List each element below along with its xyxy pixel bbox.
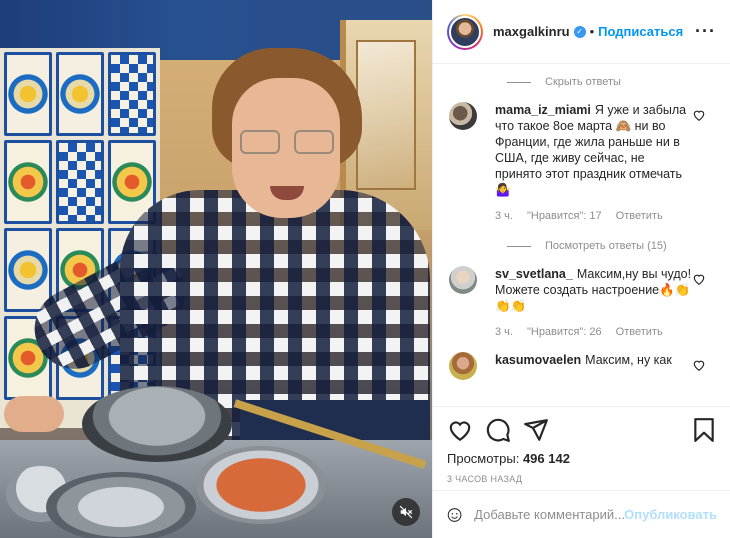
post-header: maxgalkinru ✓ • Подписаться ··· bbox=[433, 0, 730, 64]
bookmark-icon[interactable] bbox=[691, 417, 717, 443]
comment-time[interactable]: 3 ч. bbox=[495, 210, 513, 222]
commenter-avatar[interactable] bbox=[449, 102, 477, 130]
comment-text: Я уже и забыла что такое 8ое марта 🙈 ни … bbox=[495, 103, 687, 197]
commenter-username[interactable]: mama_iz_miami bbox=[495, 103, 591, 117]
commenter-username[interactable]: kasumovaelen bbox=[495, 353, 581, 367]
hide-replies-button[interactable]: Скрыть ответы bbox=[507, 76, 714, 88]
commenter-username[interactable]: sv_svetlana_ bbox=[495, 267, 573, 281]
add-comment-bar: Опубликовать bbox=[433, 490, 730, 538]
view-replies-button[interactable]: Посмотреть ответы (15) bbox=[507, 240, 714, 252]
reply-button[interactable]: Ответить bbox=[616, 210, 663, 222]
comment-likes[interactable]: "Нравится": 17 bbox=[527, 210, 602, 222]
view-replies-label: Посмотреть ответы (15) bbox=[545, 240, 667, 252]
separator-dot: • bbox=[589, 24, 595, 39]
post-video[interactable] bbox=[0, 0, 432, 538]
post-modal: maxgalkinru ✓ • Подписаться ··· Скрыть о… bbox=[0, 0, 730, 538]
comment-text: Максим, ну как bbox=[585, 353, 672, 367]
more-horizontal-icon[interactable]: ··· bbox=[695, 21, 716, 42]
comment-icon[interactable] bbox=[485, 417, 511, 443]
commenter-avatar[interactable] bbox=[449, 266, 477, 294]
replies-line bbox=[507, 81, 531, 83]
views-number: 496 142 bbox=[522, 451, 570, 466]
comment-item: kasumovaelen Максим, ну как bbox=[449, 352, 714, 380]
comment-likes[interactable]: "Нравится": 26 bbox=[527, 326, 602, 338]
heart-icon[interactable] bbox=[692, 272, 706, 286]
views-count[interactable]: Просмотры: 496 142 bbox=[447, 451, 717, 466]
comment-input[interactable] bbox=[474, 507, 625, 522]
post-sidebar: maxgalkinru ✓ • Подписаться ··· Скрыть о… bbox=[432, 0, 730, 538]
pot-front bbox=[46, 472, 196, 538]
verified-badge-icon: ✓ bbox=[573, 25, 586, 38]
post-comment-button[interactable]: Опубликовать bbox=[624, 507, 717, 522]
hide-replies-label: Скрыть ответы bbox=[545, 76, 621, 88]
emoji-icon[interactable] bbox=[447, 503, 462, 527]
author-username[interactable]: maxgalkinru bbox=[493, 24, 570, 39]
views-label: Просмотры: bbox=[447, 451, 520, 466]
replies-line bbox=[507, 245, 531, 247]
reply-button[interactable]: Ответить bbox=[616, 326, 663, 338]
person-hand bbox=[4, 396, 64, 432]
pot-lid bbox=[82, 386, 232, 462]
comment-item: mama_iz_miami Я уже и забыла что такое 8о… bbox=[449, 102, 714, 222]
comments-list[interactable]: Скрыть ответы mama_iz_miami Я уже и забыл… bbox=[433, 64, 730, 404]
share-icon[interactable] bbox=[523, 417, 549, 443]
heart-icon[interactable] bbox=[447, 417, 473, 443]
comment-time[interactable]: 3 ч. bbox=[495, 326, 513, 338]
person-glasses bbox=[240, 130, 334, 156]
heart-icon[interactable] bbox=[692, 358, 706, 372]
follow-button[interactable]: Подписаться bbox=[598, 24, 683, 39]
heart-icon[interactable] bbox=[692, 108, 706, 122]
post-time[interactable]: 3 ЧАСОВ НАЗАД bbox=[447, 474, 717, 484]
commenter-avatar[interactable] bbox=[449, 352, 477, 380]
comment-item: sv_svetlana_ Максим,ну вы чудо!Можете соз… bbox=[449, 266, 714, 338]
volume-muted-icon[interactable] bbox=[392, 498, 420, 526]
author-avatar[interactable] bbox=[447, 13, 483, 50]
post-actions: Просмотры: 496 142 3 ЧАСОВ НАЗАД bbox=[433, 406, 730, 484]
pot-soup bbox=[196, 446, 326, 524]
